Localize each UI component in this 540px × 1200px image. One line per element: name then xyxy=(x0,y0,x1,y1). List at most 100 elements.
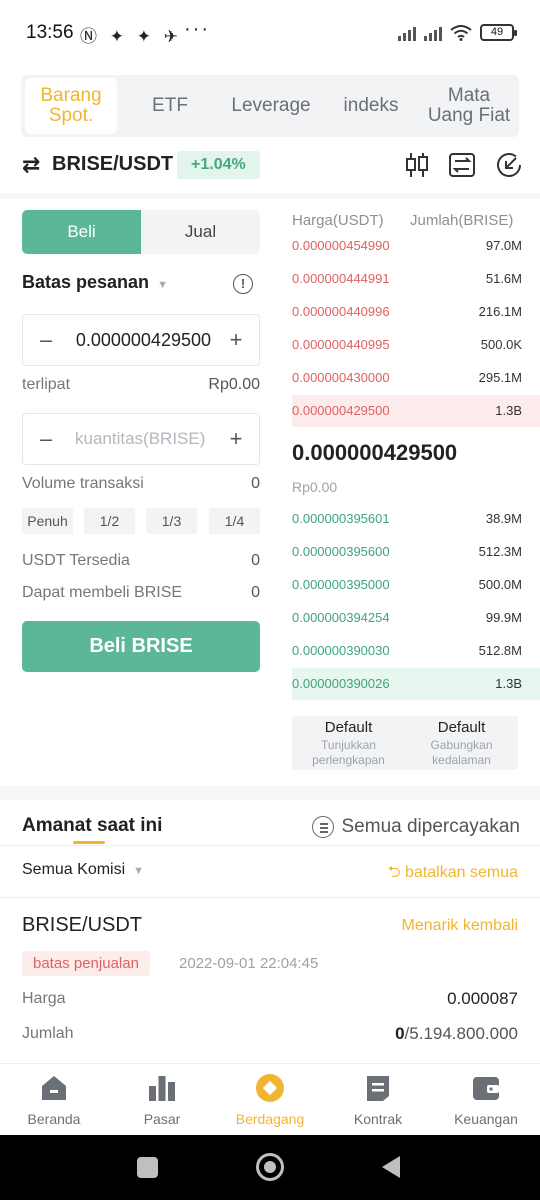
tab-trade-label: Berdagang xyxy=(235,1111,305,1127)
bottom-tab-bar: Beranda Pasar Berdagang Kontrak Keuangan xyxy=(0,1063,540,1135)
price-change-badge: +1.04% xyxy=(177,151,260,179)
ask-qty: 216.1M xyxy=(478,304,522,319)
withdraw-order-button[interactable]: Menarik kembali xyxy=(402,917,518,935)
bid-qty: 500.0M xyxy=(478,577,522,592)
order-type-badge: batas penjualan xyxy=(22,951,150,976)
order-price-value: 0.000087 xyxy=(447,989,518,1008)
order-type-label: Batas pesanan xyxy=(22,272,150,292)
signal-icon xyxy=(398,25,416,41)
buy-sell-toggle: Beli Jual xyxy=(22,210,260,254)
wifi-icon xyxy=(450,24,472,41)
tab-finance-label: Keuangan xyxy=(454,1111,518,1127)
section-divider xyxy=(0,786,540,800)
buy-tab[interactable]: Beli xyxy=(22,210,141,254)
merge-depth-button[interactable]: Default Gabungkan kedalaman xyxy=(405,716,518,770)
order-amount-filled: 0 xyxy=(395,1024,405,1043)
pct-full-button[interactable]: Penuh xyxy=(22,508,73,534)
ask-row[interactable]: 0.000000430000 295.1M xyxy=(292,362,540,394)
info-icon[interactable]: ! xyxy=(233,274,253,294)
all-orders-label: Semua dipercayakan xyxy=(341,816,521,837)
price-decrease-button[interactable]: – xyxy=(23,315,69,365)
pct-half-button[interactable]: 1/2 xyxy=(84,508,135,534)
ask-row[interactable]: 0.000000440995 500.0K xyxy=(292,329,540,361)
ask-qty: 295.1M xyxy=(478,370,522,385)
sell-tab[interactable]: Jual xyxy=(141,210,260,254)
contract-icon xyxy=(367,1076,389,1101)
merge-depth-subtitle: Gabungkan kedalaman xyxy=(430,738,493,767)
order-amount-label: Jumlah xyxy=(22,1025,74,1042)
tab-index[interactable]: indeks xyxy=(319,96,423,116)
signal-icon-2 xyxy=(424,25,442,41)
back-icon[interactable] xyxy=(382,1156,400,1178)
ask-row[interactable]: 0.000000444991 51.6M xyxy=(292,263,540,295)
can-buy-value: 0 xyxy=(251,584,260,601)
current-orders-tab[interactable]: Amanat saat ini xyxy=(22,815,162,837)
bid-qty: 512.3M xyxy=(478,544,522,559)
price-input[interactable]: 0.000000429500 xyxy=(71,315,211,365)
undo-icon: ⮌ xyxy=(387,864,406,881)
exchange-icon[interactable] xyxy=(447,150,477,180)
order-price-label: Harga xyxy=(22,990,66,1007)
bid-row[interactable]: 0.000000394254 99.9M xyxy=(292,602,540,634)
bid-qty: 512.8M xyxy=(478,643,522,658)
bid-qty: 99.9M xyxy=(485,610,522,625)
bid-row[interactable]: 0.000000390030 512.8M xyxy=(292,635,540,667)
ask-row[interactable]: 0.000000440996 216.1M xyxy=(292,296,540,328)
price-stepper: – 0.000000429500 + xyxy=(22,314,260,366)
ask-qty: 1.3B xyxy=(495,403,522,418)
bar-chart-icon xyxy=(149,1076,175,1101)
tab-trade[interactable]: Berdagang xyxy=(216,1064,324,1135)
all-orders-link[interactable]: Semua dipercayakan xyxy=(311,816,521,838)
buy-submit-button[interactable]: Beli BRISE xyxy=(22,621,260,672)
tab-market[interactable]: Pasar xyxy=(108,1064,216,1135)
order-type-select[interactable]: Batas pesanan ▼ xyxy=(22,272,168,293)
pct-quarter-button[interactable]: 1/4 xyxy=(209,508,260,534)
fold-value: Rp0.00 xyxy=(208,376,260,393)
wallet-icon xyxy=(473,1077,499,1100)
quantity-input[interactable]: kuantitas(BRISE) xyxy=(75,414,211,464)
commission-filter[interactable]: Semua Komisi ▼ xyxy=(22,861,144,879)
trade-icon xyxy=(256,1074,284,1102)
ask-qty: 51.6M xyxy=(485,271,522,286)
bid-price: 0.000000390026 xyxy=(292,676,390,691)
quantity-decrease-button[interactable]: – xyxy=(23,414,69,464)
pair-name[interactable]: BRISE/USDT xyxy=(52,153,173,176)
bid-row[interactable]: 0.000000395000 500.0M xyxy=(292,569,540,601)
orderbook-qty-header: Jumlah(BRISE) xyxy=(410,212,514,229)
tab-leverage[interactable]: Leverage xyxy=(223,96,319,116)
bid-price: 0.000000390030 xyxy=(292,643,390,658)
history-icon[interactable] xyxy=(494,150,524,180)
order-amount-total: /5.194.800.000 xyxy=(404,1024,518,1043)
display-setting-button[interactable]: Default Tunjukkan perlengkapan xyxy=(292,716,405,770)
bid-row[interactable]: 0.000000395601 38.9M xyxy=(292,503,540,535)
recent-apps-icon[interactable] xyxy=(137,1157,158,1178)
bid-qty: 38.9M xyxy=(485,511,522,526)
ask-price: 0.000000440996 xyxy=(292,304,390,319)
tab-home[interactable]: Beranda xyxy=(0,1064,108,1135)
cancel-all-button[interactable]: ⮌ batalkan semua xyxy=(388,861,518,888)
pair-header: ⇄ BRISE/USDT +1.04% xyxy=(0,140,540,192)
quantity-increase-button[interactable]: + xyxy=(213,414,259,464)
system-nav-bar xyxy=(0,1135,540,1200)
bid-row[interactable]: 0.000000390026 1.3B xyxy=(292,668,540,700)
divider xyxy=(0,193,540,199)
last-price[interactable]: 0.000000429500 xyxy=(292,440,457,466)
bid-row[interactable]: 0.000000395600 512.3M xyxy=(292,536,540,568)
caret-down-icon: ▼ xyxy=(133,865,145,877)
ask-row[interactable]: 0.000000429500 1.3B xyxy=(292,395,540,427)
pct-third-button[interactable]: 1/3 xyxy=(146,508,197,534)
tab-etf[interactable]: ETF xyxy=(117,96,223,116)
price-increase-button[interactable]: + xyxy=(213,315,259,365)
cancel-all-label: batalkan semua xyxy=(405,864,518,881)
tab-spot[interactable]: Barang Spot. xyxy=(25,78,117,134)
usdt-available-value: 0 xyxy=(251,552,260,569)
divider xyxy=(0,845,540,846)
ask-row[interactable]: 0.000000454990 97.0M xyxy=(292,230,540,262)
candlestick-icon[interactable] xyxy=(402,150,432,180)
tab-contract[interactable]: Kontrak xyxy=(324,1064,432,1135)
ask-price: 0.000000454990 xyxy=(292,238,390,253)
tab-fiat[interactable]: Mata Uang Fiat xyxy=(423,86,515,126)
switch-pair-icon[interactable]: ⇄ xyxy=(22,152,40,178)
home-button-icon[interactable] xyxy=(256,1153,284,1181)
tab-finance[interactable]: Keuangan xyxy=(432,1064,540,1135)
